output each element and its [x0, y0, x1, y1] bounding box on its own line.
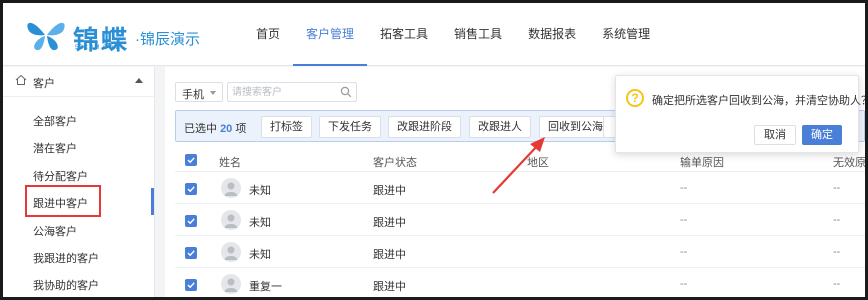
- customer-status: 跟进中: [373, 249, 406, 261]
- selection-count: 已选中 20 项: [184, 120, 246, 136]
- search-field-select[interactable]: 手机: [175, 82, 223, 102]
- user-avatar-icon: [224, 246, 238, 260]
- column-header-status[interactable]: 客户状态: [373, 154, 417, 170]
- column-header-name[interactable]: 姓名: [219, 154, 241, 170]
- invalid-reason: --: [833, 246, 841, 258]
- check-icon: [187, 218, 195, 225]
- column-header-invalid-reason[interactable]: 无效原因: [833, 154, 865, 170]
- butterfly-logo-icon: [27, 22, 65, 51]
- row-checkbox[interactable]: [185, 215, 197, 227]
- column-header-lose-reason[interactable]: 输单原因: [680, 154, 724, 170]
- lose-reason: --: [680, 182, 688, 194]
- customer-name[interactable]: 未知: [249, 246, 271, 262]
- confirm-popover: ? 确定把所选客户回收到公海，并清空协助人？ 取消 确定: [615, 75, 865, 153]
- sidebar-item-my-followed[interactable]: 我跟进的客户: [33, 250, 99, 266]
- change-stage-button[interactable]: 改跟进阶段: [388, 116, 461, 138]
- logo-subtitle: ·锦辰演示: [135, 31, 200, 48]
- sidebar-item-my-assisted[interactable]: 我协助的客户: [33, 277, 99, 293]
- lose-reason: --: [680, 214, 688, 226]
- selection-count-value: 20: [220, 123, 233, 135]
- avatar: [221, 274, 241, 294]
- sidebar-item-all-customers[interactable]: 全部客户: [33, 113, 77, 129]
- nav-item-home[interactable]: 首页: [243, 3, 293, 66]
- chevron-down-icon: [210, 91, 216, 95]
- tag-button[interactable]: 打标签: [261, 116, 312, 138]
- customer-search[interactable]: [227, 82, 357, 102]
- confirm-button[interactable]: 确定: [802, 125, 842, 145]
- search-field-select-value: 手机: [182, 89, 204, 101]
- nav-item-prospecting-tools[interactable]: 拓客工具: [367, 3, 441, 66]
- home-icon: [15, 74, 27, 85]
- recycle-to-pool-button[interactable]: 回收到公海: [539, 116, 612, 138]
- assign-task-button[interactable]: 下发任务: [319, 116, 381, 138]
- nav-item-system-management[interactable]: 系统管理: [589, 3, 663, 66]
- logo[interactable]: 锦蝶 52CRM.COM ·锦辰演示: [25, 15, 235, 55]
- nav-item-data-reports[interactable]: 数据报表: [515, 3, 589, 66]
- table-row[interactable]: 未知 跟进中 -- --: [175, 205, 865, 236]
- customer-status: 跟进中: [373, 185, 406, 197]
- sidebar: 客户 全部客户 潜在客户 待分配客户 跟进中客户 公海客户 我跟进的客户 我协助…: [3, 67, 155, 297]
- user-avatar-icon: [224, 182, 238, 196]
- check-icon: [187, 250, 195, 257]
- sidebar-item-unassigned-customers[interactable]: 待分配客户: [33, 168, 88, 184]
- customer-name[interactable]: 重复一: [249, 278, 282, 294]
- search-icon[interactable]: [340, 86, 352, 98]
- table-row[interactable]: 未知 跟进中 -- --: [175, 173, 865, 204]
- avatar: [221, 210, 241, 230]
- row-checkbox[interactable]: [185, 183, 197, 195]
- main-nav: 首页 客户管理 拓客工具 销售工具 数据报表 系统管理: [243, 3, 663, 66]
- active-item-indicator: [151, 188, 154, 215]
- nav-item-sales-tools[interactable]: 销售工具: [441, 3, 515, 66]
- user-avatar-icon: [224, 278, 238, 292]
- select-all-checkbox[interactable]: [185, 154, 197, 166]
- row-checkbox[interactable]: [185, 279, 197, 291]
- sidebar-item-public-pool[interactable]: 公海客户: [33, 223, 77, 239]
- lose-reason: --: [680, 246, 688, 258]
- sidebar-group-label: 客户: [33, 78, 55, 90]
- customer-name[interactable]: 未知: [249, 214, 271, 230]
- invalid-reason: --: [833, 278, 841, 290]
- invalid-reason: --: [833, 214, 841, 226]
- invalid-reason: --: [833, 182, 841, 194]
- logo-name: 锦蝶: [73, 26, 130, 55]
- selection-count-prefix: 已选中: [184, 123, 217, 135]
- avatar: [221, 178, 241, 198]
- cancel-button[interactable]: 取消: [754, 125, 796, 145]
- customer-status: 跟进中: [373, 217, 406, 229]
- check-icon: [187, 157, 195, 164]
- check-icon: [187, 186, 195, 193]
- row-checkbox[interactable]: [185, 247, 197, 259]
- search-input[interactable]: [232, 85, 332, 100]
- lose-reason: --: [680, 278, 688, 290]
- table-row[interactable]: 重复一 跟进中 -- --: [175, 269, 865, 297]
- app-window: 锦蝶 52CRM.COM ·锦辰演示 首页 客户管理 拓客工具 销售工具 数据报…: [0, 0, 868, 300]
- selection-count-suffix: 项: [235, 123, 247, 135]
- table-row[interactable]: 未知 跟进中 -- --: [175, 237, 865, 268]
- user-avatar-icon: [224, 214, 238, 228]
- customer-status: 跟进中: [373, 281, 406, 293]
- table-header: 姓名 客户状态 地区 输单原因 无效原因: [175, 150, 865, 172]
- check-icon: [187, 282, 195, 289]
- annotation-highlight-box: [25, 185, 101, 217]
- sidebar-group-customer[interactable]: 客户: [3, 67, 155, 97]
- question-icon: ?: [626, 89, 644, 107]
- chevron-up-icon[interactable]: [135, 78, 143, 83]
- change-owner-button[interactable]: 改跟进人: [469, 116, 531, 138]
- logo-domain: 52CRM.COM: [75, 45, 121, 51]
- confirm-message: 确定把所选客户回收到公海，并清空协助人？: [652, 95, 868, 107]
- avatar: [221, 242, 241, 262]
- customer-name[interactable]: 未知: [249, 182, 271, 198]
- sidebar-item-potential-customers[interactable]: 潜在客户: [33, 140, 77, 156]
- column-header-region[interactable]: 地区: [527, 154, 549, 170]
- top-header: 锦蝶 52CRM.COM ·锦辰演示 首页 客户管理 拓客工具 销售工具 数据报…: [3, 3, 865, 66]
- nav-item-customer-management[interactable]: 客户管理: [293, 3, 368, 66]
